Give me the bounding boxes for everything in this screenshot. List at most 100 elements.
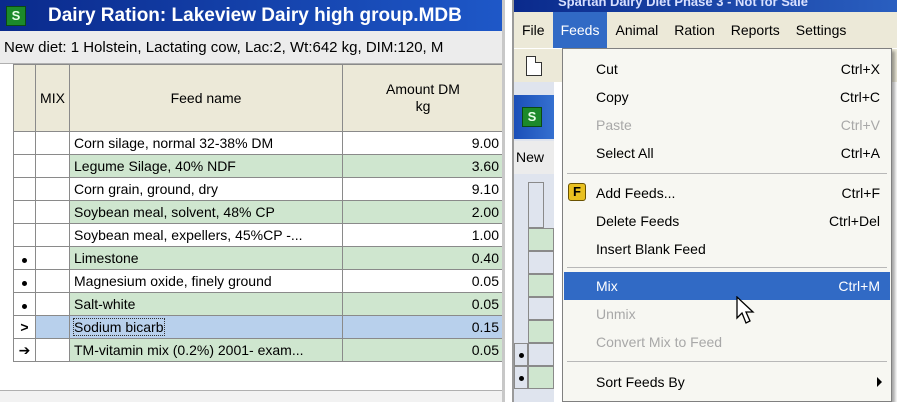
- row-selector[interactable]: >: [13, 315, 36, 339]
- row-selector[interactable]: [13, 200, 36, 224]
- mix-cell[interactable]: [35, 292, 70, 316]
- menu-bar: File Feeds Animal Ration Reports Setting…: [514, 12, 897, 48]
- new-document-icon[interactable]: [526, 56, 542, 76]
- menu-separator: [567, 267, 887, 268]
- menu-animal[interactable]: Animal: [607, 12, 666, 48]
- feed-name-cell[interactable]: Sodium bicarb: [69, 315, 343, 339]
- amount-cell[interactable]: 9.10: [342, 177, 502, 201]
- table-row[interactable]: Corn silage, normal 32-38% DM 9.00: [13, 131, 502, 155]
- menu-item-insert-blank-feed[interactable]: Insert Blank Feed: [564, 235, 890, 263]
- window-title: Dairy Ration: Lakeview Dairy high group.…: [48, 5, 462, 26]
- amount-cell[interactable]: 9.00: [342, 131, 502, 155]
- feed-name-cell[interactable]: Limestone: [69, 246, 343, 270]
- table-row[interactable]: Salt-white 0.05: [13, 292, 502, 316]
- menu-separator: [567, 361, 887, 362]
- feeds-dropdown-menu: Cut Ctrl+X Copy Ctrl+C Paste Ctrl+V Sele…: [562, 48, 892, 402]
- row-selector[interactable]: [13, 131, 36, 155]
- child-feed-grid: [514, 174, 554, 402]
- mix-column-header[interactable]: MIX: [35, 64, 70, 132]
- menu-item-cut[interactable]: Cut Ctrl+X: [564, 55, 890, 83]
- feed-name-cell[interactable]: Corn silage, normal 32-38% DM: [69, 131, 343, 155]
- feed-name-cell[interactable]: Corn grain, ground, dry: [69, 177, 343, 201]
- row-selector[interactable]: [13, 292, 36, 316]
- mix-cell[interactable]: [35, 154, 70, 178]
- feed-name-cell[interactable]: TM-vitamin mix (0.2%) 2001- exam...: [69, 338, 343, 362]
- child-window-title-bar[interactable]: S: [514, 95, 554, 139]
- grid-header-row: MIX Feed name Amount DM kg: [13, 64, 502, 132]
- selected-dot-icon: [22, 304, 27, 309]
- menu-item-delete-feeds[interactable]: Delete Feeds Ctrl+Del: [564, 207, 890, 235]
- menu-item-mix[interactable]: Mix Ctrl+M: [564, 272, 890, 300]
- grid-cell: [528, 182, 544, 228]
- menu-item-unmix: Unmix: [596, 306, 636, 322]
- selected-dot-icon: [519, 353, 524, 358]
- selected-dot-icon: [22, 258, 27, 263]
- amount-cell[interactable]: 0.05: [342, 269, 502, 293]
- row-selector[interactable]: [13, 269, 36, 293]
- amount-cell[interactable]: 1.00: [342, 223, 502, 247]
- window-title-bar[interactable]: S Dairy Ration: Lakeview Dairy high grou…: [0, 0, 502, 31]
- feed-name-cell[interactable]: Soybean meal, solvent, 48% CP: [69, 200, 343, 224]
- table-row[interactable]: ➔ TM-vitamin mix (0.2%) 2001- exam... 0.…: [13, 338, 502, 362]
- amount-cell[interactable]: 0.40: [342, 246, 502, 270]
- grid-cell: [528, 274, 554, 297]
- row-selector[interactable]: ➔: [13, 338, 36, 362]
- table-row[interactable]: Soybean meal, expellers, 45%CP -... 1.00: [13, 223, 502, 247]
- mix-cell[interactable]: [35, 223, 70, 247]
- grid-cell: [528, 366, 554, 389]
- table-row[interactable]: > Sodium bicarb 0.15: [13, 315, 502, 339]
- horizontal-scrollbar[interactable]: [0, 390, 502, 402]
- feed-name-cell[interactable]: Magnesium oxide, finely ground: [69, 269, 343, 293]
- mix-cell[interactable]: [35, 177, 70, 201]
- table-row[interactable]: Corn grain, ground, dry 9.10: [13, 177, 502, 201]
- child-diet-line: New: [514, 141, 554, 174]
- table-row[interactable]: Limestone 0.40: [13, 246, 502, 270]
- menu-feeds[interactable]: Feeds: [552, 12, 608, 48]
- row-selector[interactable]: [13, 177, 36, 201]
- selected-dot-icon: [22, 281, 27, 286]
- mix-cell[interactable]: [35, 131, 70, 155]
- grid-cell: [528, 343, 554, 366]
- row-selector[interactable]: [13, 246, 36, 270]
- feed-name-cell[interactable]: Salt-white: [69, 292, 343, 316]
- amount-cell[interactable]: 0.15: [342, 315, 502, 339]
- selected-dot-icon: [519, 376, 524, 381]
- spartan-main-window: Spartan Dairy Diet Phase 3 - Not for Sal…: [512, 0, 897, 402]
- feed-grid: MIX Feed name Amount DM kg Corn silage, …: [13, 64, 502, 362]
- mix-cell[interactable]: [35, 338, 70, 362]
- menu-item-copy[interactable]: Copy Ctrl+C: [564, 83, 890, 111]
- grid-cell: [528, 297, 554, 320]
- amount-cell[interactable]: 0.05: [342, 292, 502, 316]
- mix-cell[interactable]: [35, 246, 70, 270]
- menu-item-add-feeds[interactable]: F Add Feeds... Ctrl+F: [564, 179, 890, 207]
- table-row[interactable]: Legume Silage, 40% NDF 3.60: [13, 154, 502, 178]
- submenu-arrow-icon: [877, 377, 882, 387]
- add-feeds-icon: F: [568, 183, 586, 201]
- amount-cell[interactable]: 0.05: [342, 338, 502, 362]
- amount-cell[interactable]: 3.60: [342, 154, 502, 178]
- row-selector-header: [13, 64, 36, 132]
- feed-name-cell[interactable]: Soybean meal, expellers, 45%CP -...: [69, 223, 343, 247]
- menu-file[interactable]: File: [514, 12, 553, 48]
- table-row[interactable]: Magnesium oxide, finely ground 0.05: [13, 269, 502, 293]
- row-selector[interactable]: [13, 223, 36, 247]
- menu-reports[interactable]: Reports: [723, 12, 788, 48]
- feed-name-column-header[interactable]: Feed name: [69, 64, 343, 132]
- menu-item-select-all[interactable]: Select All Ctrl+A: [564, 139, 890, 167]
- table-row[interactable]: Soybean meal, solvent, 48% CP 2.00: [13, 200, 502, 224]
- row-selector[interactable]: [13, 154, 36, 178]
- amount-cell[interactable]: 2.00: [342, 200, 502, 224]
- menu-ration[interactable]: Ration: [666, 12, 722, 48]
- amount-header-line2: kg: [415, 98, 431, 114]
- amount-column-header[interactable]: Amount DM kg: [342, 64, 502, 132]
- mix-cell[interactable]: [35, 315, 70, 339]
- menu-item-sort-feeds-by[interactable]: Sort Feeds By: [564, 368, 890, 396]
- main-title-bar[interactable]: Spartan Dairy Diet Phase 3 - Not for Sal…: [514, 0, 897, 12]
- menu-settings[interactable]: Settings: [788, 12, 855, 48]
- mix-cell[interactable]: [35, 200, 70, 224]
- menu-item-convert-mix-to-feed: Convert Mix to Feed: [596, 334, 723, 350]
- mix-cell[interactable]: [35, 269, 70, 293]
- menu-item-paste: Paste Ctrl+V: [596, 117, 880, 133]
- feed-name-cell[interactable]: Legume Silage, 40% NDF: [69, 154, 343, 178]
- current-row-arrow-icon: ➔: [18, 341, 31, 358]
